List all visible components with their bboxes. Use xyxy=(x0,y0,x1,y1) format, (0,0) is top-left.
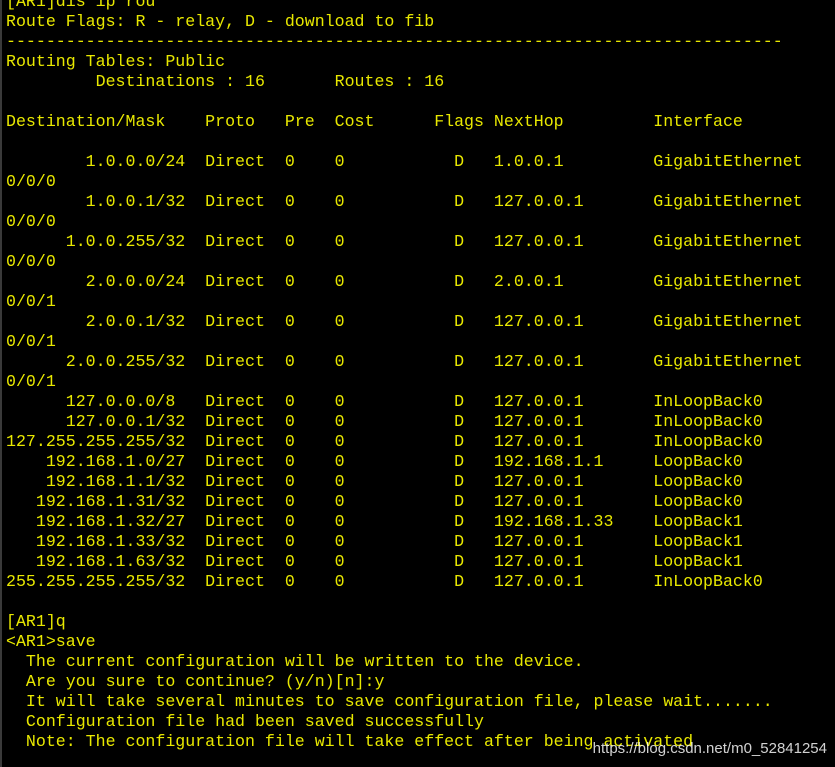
terminal-line: The current configuration will be writte… xyxy=(6,652,584,671)
terminal-line: 1.0.0.255/32 Direct 0 0 D 127.0.0.1 Giga… xyxy=(6,232,803,251)
terminal-line: 2.0.0.0/24 Direct 0 0 D 2.0.0.1 GigabitE… xyxy=(6,272,803,291)
terminal-line: 0/0/1 xyxy=(6,332,56,351)
terminal-line: Destinations : 16 Routes : 16 xyxy=(6,72,445,91)
terminal-line: 127.255.255.255/32 Direct 0 0 D 127.0.0.… xyxy=(6,432,763,451)
terminal-line: Destination/Mask Proto Pre Cost Flags Ne… xyxy=(6,112,743,131)
terminal-line: 1.0.0.0/24 Direct 0 0 D 1.0.0.1 GigabitE… xyxy=(6,152,803,171)
terminal-line: 192.168.1.1/32 Direct 0 0 D 127.0.0.1 Lo… xyxy=(6,472,743,491)
terminal-line: Are you sure to continue? (y/n)[n]:y xyxy=(6,672,385,691)
terminal-line: ----------------------------------------… xyxy=(6,32,783,51)
terminal-line: 127.0.0.1/32 Direct 0 0 D 127.0.0.1 InLo… xyxy=(6,412,763,431)
terminal-line: 0/0/1 xyxy=(6,372,56,391)
terminal-line: 0/0/0 xyxy=(6,212,56,231)
terminal-line: 192.168.1.63/32 Direct 0 0 D 127.0.0.1 L… xyxy=(6,552,743,571)
terminal-line: 0/0/1 xyxy=(6,292,56,311)
watermark-url: https://blog.csdn.net/m0_52841254 xyxy=(592,740,827,757)
terminal-window[interactable]: [AR1]dis ip rou Route Flags: R - relay, D… xyxy=(0,0,835,767)
terminal-line: 127.0.0.0/8 Direct 0 0 D 127.0.0.1 InLoo… xyxy=(6,392,763,411)
terminal-line: 192.168.1.31/32 Direct 0 0 D 127.0.0.1 L… xyxy=(6,492,743,511)
terminal-line: Route Flags: R - relay, D - download to … xyxy=(6,12,435,31)
terminal-line: 1.0.0.1/32 Direct 0 0 D 127.0.0.1 Gigabi… xyxy=(6,192,803,211)
terminal-output: [AR1]dis ip rou Route Flags: R - relay, D… xyxy=(6,0,803,752)
terminal-line: 2.0.0.255/32 Direct 0 0 D 127.0.0.1 Giga… xyxy=(6,352,803,371)
terminal-line: Routing Tables: Public xyxy=(6,52,226,71)
terminal-line: 0/0/0 xyxy=(6,172,56,191)
terminal-line: Configuration file had been saved succes… xyxy=(6,712,484,731)
terminal-line: 0/0/0 xyxy=(6,252,56,271)
terminal-line: It will take several minutes to save con… xyxy=(6,692,773,711)
terminal-line: 2.0.0.1/32 Direct 0 0 D 127.0.0.1 Gigabi… xyxy=(6,312,803,331)
terminal-line: 192.168.1.33/32 Direct 0 0 D 127.0.0.1 L… xyxy=(6,532,743,551)
terminal-line: 255.255.255.255/32 Direct 0 0 D 127.0.0.… xyxy=(6,572,763,591)
terminal-line: 192.168.1.32/27 Direct 0 0 D 192.168.1.3… xyxy=(6,512,743,531)
terminal-line: <AR1>save xyxy=(6,632,96,651)
terminal-line: [AR1]q xyxy=(6,612,66,631)
terminal-line: [AR1]dis ip rou xyxy=(6,0,156,11)
terminal-line: 192.168.1.0/27 Direct 0 0 D 192.168.1.1 … xyxy=(6,452,743,471)
